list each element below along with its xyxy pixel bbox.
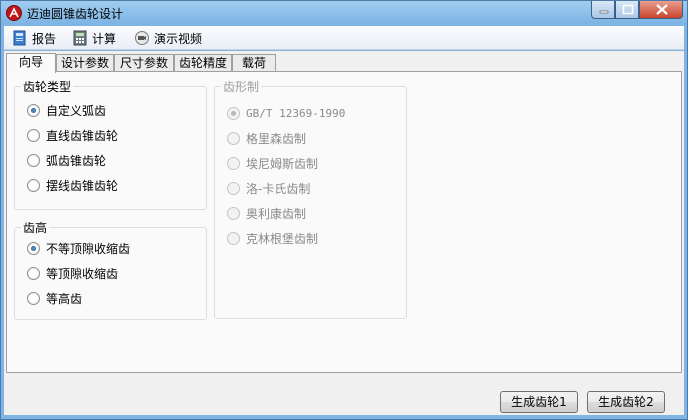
radio-button[interactable]	[227, 131, 240, 145]
radio-custom-arc[interactable]: 自定义弧齿	[27, 102, 106, 118]
radio-gbt-standard[interactable]: GB/T 12369-1990	[227, 105, 345, 121]
close-icon	[656, 4, 668, 15]
close-button[interactable]	[639, 1, 683, 19]
radio-button[interactable]	[27, 241, 40, 255]
radio-straight-bevel[interactable]: 直线齿锥齿轮	[27, 127, 118, 143]
radio-spiral-bevel[interactable]: 弧齿锥齿轮	[27, 152, 106, 168]
radio-label: 埃尼姆斯齿制	[246, 156, 319, 171]
radio-button[interactable]	[227, 106, 240, 120]
radio-button[interactable]	[27, 128, 40, 142]
radio-button[interactable]	[227, 231, 240, 245]
radio-label: 不等顶隙收缩齿	[46, 241, 131, 256]
minimize-icon	[599, 10, 609, 14]
radio-gleason[interactable]: 格里森齿制	[227, 130, 306, 146]
menu-report-label: 报告	[32, 31, 57, 46]
menu-report[interactable]: 报告	[12, 29, 56, 47]
menu-calculate[interactable]: 计算	[72, 29, 116, 47]
tab-gear-accuracy[interactable]: 齿轮精度	[174, 54, 232, 72]
radio-cycloid-bevel[interactable]: 摆线齿锥齿轮	[27, 177, 118, 193]
radio-button[interactable]	[227, 156, 240, 170]
radio-label: 弧齿锥齿轮	[46, 153, 107, 168]
radio-equal-clearance[interactable]: 等顶隙收缩齿	[27, 265, 118, 281]
radio-enims[interactable]: 埃尼姆斯齿制	[227, 155, 318, 171]
gear-type-group: 齿轮类型 自定义弧齿 直线齿锥齿轮 弧齿锥齿轮 摆线齿锥齿轮	[14, 78, 207, 210]
gear-type-title: 齿轮类型	[21, 78, 74, 95]
minimize-button[interactable]	[591, 1, 615, 19]
radio-equal-height[interactable]: 等高齿	[27, 290, 82, 306]
radio-label: 自定义弧齿	[46, 103, 107, 118]
radio-label: 等顶隙收缩齿	[46, 266, 119, 281]
title-bar[interactable]: 迈迪圆锥齿轮设计	[1, 1, 687, 25]
radio-label: 摆线齿锥齿轮	[46, 178, 119, 193]
main-window: 迈迪圆锥齿轮设计 报告 计算 演示视频 向导 设计参数 尺寸参数 齿轮精度 载荷…	[0, 0, 688, 420]
radio-button[interactable]	[227, 181, 240, 195]
radio-label: 等高齿	[46, 291, 83, 306]
radio-button[interactable]	[27, 178, 40, 192]
radio-label: 奥利康齿制	[246, 206, 307, 221]
video-camera-icon	[134, 30, 150, 46]
radio-oerlikon[interactable]: 奥利康齿制	[227, 205, 306, 221]
radio-button[interactable]	[227, 206, 240, 220]
calculator-icon	[72, 30, 88, 46]
generate-gear1-button[interactable]: 生成齿轮1	[500, 391, 578, 413]
content-area: 向导 设计参数 尺寸参数 齿轮精度 载荷 齿轮类型 自定义弧齿 直线齿锥齿轮 弧…	[4, 51, 684, 415]
radio-button[interactable]	[27, 153, 40, 167]
radio-label: 克林根堡齿制	[246, 231, 319, 246]
radio-klingelnberg[interactable]: 克林根堡齿制	[227, 230, 318, 246]
tooth-form-group: 齿形制 GB/T 12369-1990 格里森齿制 埃尼姆斯齿制 洛-卡氏齿制	[214, 78, 407, 319]
maximize-icon	[622, 4, 634, 15]
radio-button[interactable]	[27, 266, 40, 280]
radio-button[interactable]	[27, 103, 40, 117]
maximize-button[interactable]	[615, 1, 639, 19]
wizard-panel: 齿轮类型 自定义弧齿 直线齿锥齿轮 弧齿锥齿轮 摆线齿锥齿轮 齿高 不等顶隙收缩…	[6, 71, 682, 373]
menu-demo-video-label: 演示视频	[154, 31, 203, 46]
tab-load[interactable]: 载荷	[232, 54, 276, 72]
radio-lorenz-kapp[interactable]: 洛-卡氏齿制	[227, 180, 310, 196]
tab-size-params[interactable]: 尺寸参数	[114, 54, 174, 72]
window-title: 迈迪圆锥齿轮设计	[27, 7, 124, 21]
radio-label: 洛-卡氏齿制	[246, 181, 311, 196]
radio-label: GB/T 12369-1990	[246, 106, 346, 120]
radio-unequal-clearance[interactable]: 不等顶隙收缩齿	[27, 240, 130, 256]
tooth-form-title: 齿形制	[221, 78, 262, 95]
tab-wizard[interactable]: 向导	[6, 53, 56, 73]
menu-calculate-label: 计算	[92, 31, 117, 46]
radio-label: 格里森齿制	[246, 131, 307, 146]
tab-design-params[interactable]: 设计参数	[56, 54, 114, 72]
menu-demo-video[interactable]: 演示视频	[134, 29, 202, 47]
tooth-height-group: 齿高 不等顶隙收缩齿 等顶隙收缩齿 等高齿	[14, 219, 207, 320]
menu-bar: 报告 计算 演示视频	[4, 26, 684, 50]
radio-button[interactable]	[27, 291, 40, 305]
radio-label: 直线齿锥齿轮	[46, 128, 119, 143]
generate-gear2-button[interactable]: 生成齿轮2	[587, 391, 665, 413]
tooth-height-title: 齿高	[21, 219, 50, 236]
report-book-icon	[12, 30, 28, 46]
app-logo-icon	[6, 5, 22, 21]
